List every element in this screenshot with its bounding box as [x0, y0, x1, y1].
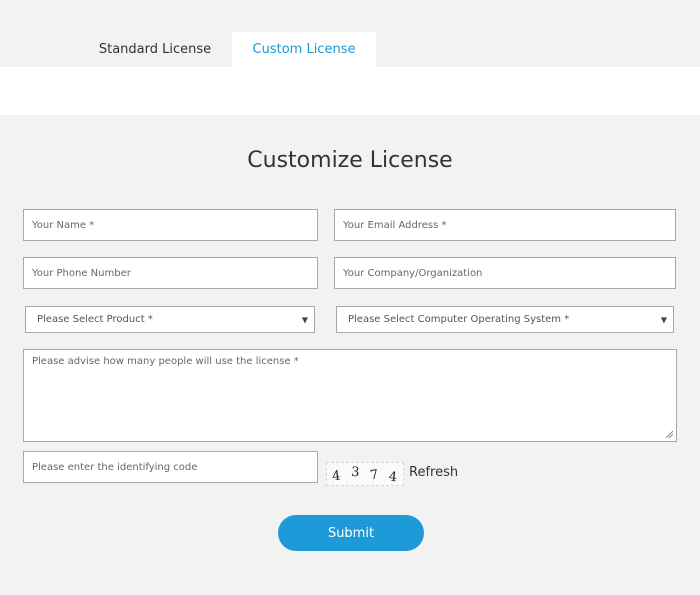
product-select-value: Please Select Product *	[37, 314, 153, 325]
captcha-digit: 7	[369, 466, 380, 483]
tab-bar: Standard License Custom License	[0, 0, 700, 67]
captcha-digit: 4	[331, 468, 342, 484]
tab-standard-license-label: Standard License	[98, 42, 212, 57]
usage-textarea[interactable]	[23, 349, 677, 442]
captcha-digit: 3	[350, 464, 361, 480]
caret-down-icon: ▼	[660, 315, 667, 324]
code-input[interactable]	[23, 451, 318, 483]
product-select[interactable]: Please Select Product * ▼	[25, 306, 315, 333]
submit-button[interactable]: Submit	[278, 515, 424, 551]
os-select[interactable]: Please Select Computer Operating System …	[336, 306, 674, 333]
caret-down-icon: ▼	[301, 315, 308, 324]
captcha-digit: 4	[388, 469, 399, 485]
tab-content-strip	[0, 67, 700, 115]
email-input[interactable]	[334, 209, 676, 241]
resize-grip-icon[interactable]	[665, 430, 673, 438]
os-select-value: Please Select Computer Operating System …	[348, 314, 570, 325]
captcha-image[interactable]: 4 3 7 4	[326, 462, 404, 486]
tab-custom-license[interactable]: Custom License	[232, 32, 376, 67]
tab-custom-license-label: Custom License	[252, 42, 356, 57]
name-input[interactable]	[23, 209, 318, 241]
company-input[interactable]	[334, 257, 676, 289]
tab-standard-license[interactable]: Standard License	[88, 32, 222, 67]
form-title: Customize License	[247, 148, 453, 173]
phone-input[interactable]	[23, 257, 318, 289]
refresh-captcha-link[interactable]: Refresh	[409, 465, 458, 480]
